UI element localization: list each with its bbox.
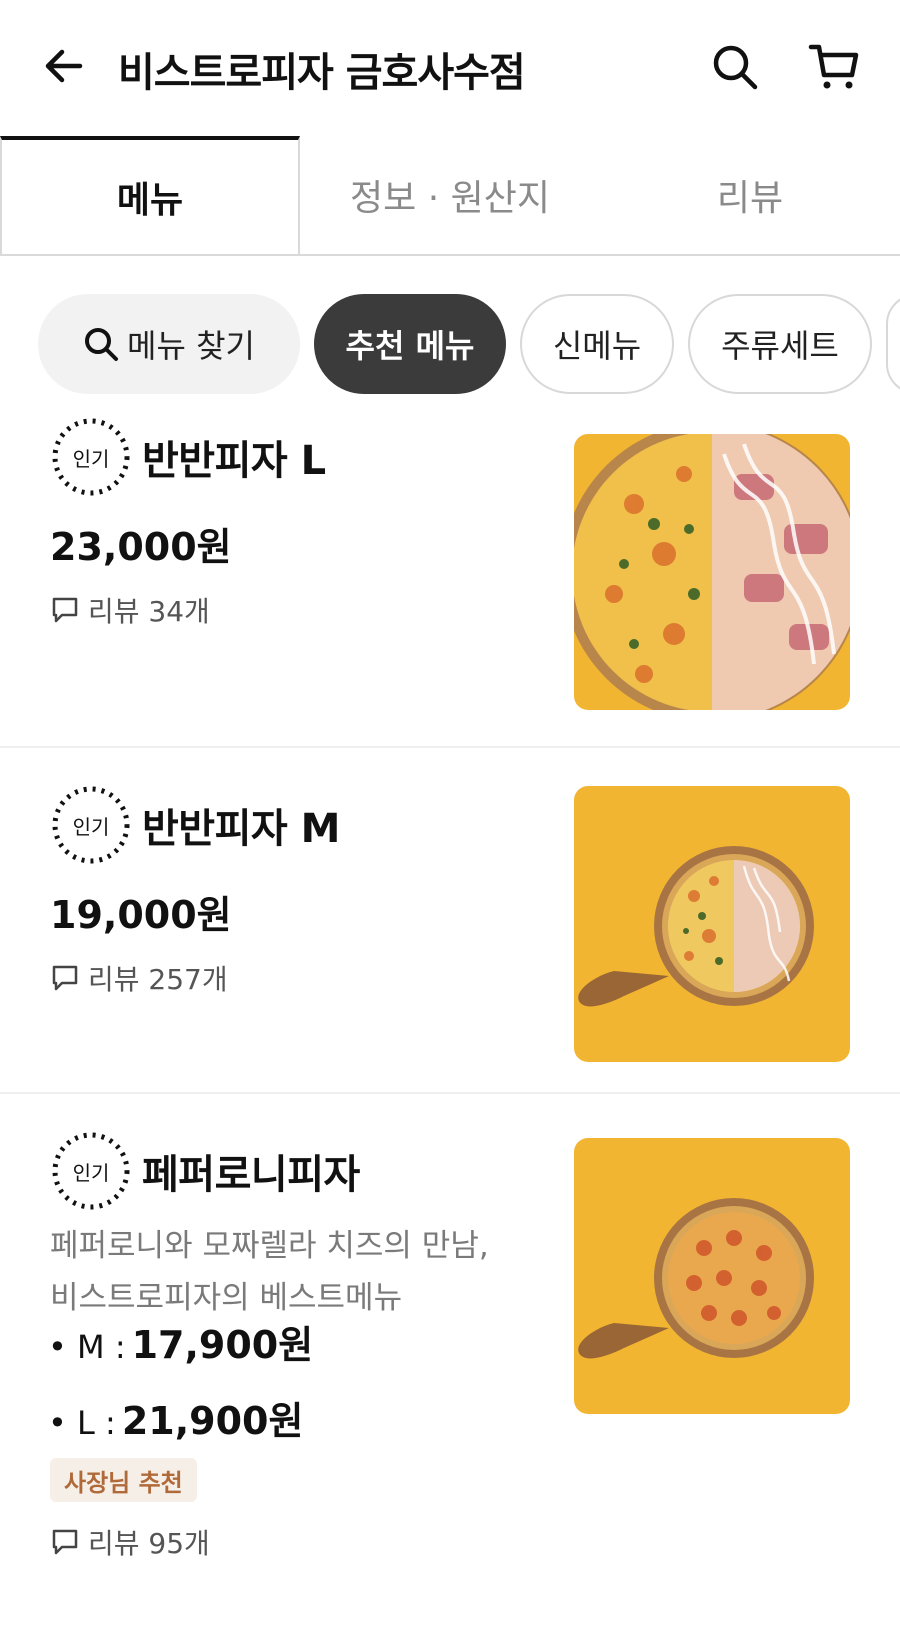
popular-badge-label: 인기 bbox=[72, 446, 110, 471]
pepperoni-pizza-image bbox=[574, 1138, 850, 1414]
review-count-label: 리뷰 95개 bbox=[88, 1527, 210, 1560]
store-title: 비스트로피자 금호사수점 bbox=[118, 50, 526, 96]
size-price-l: • L : 21,900원 bbox=[48, 1390, 303, 1445]
item-description: 페퍼로니와 모짜렐라 치즈의 만남, 비스트로피자의 베스트메뉴 bbox=[50, 1220, 520, 1324]
tab-bar: 메뉴 정보 · 원산지 리뷰 bbox=[0, 136, 900, 256]
popular-badge: 인기 bbox=[50, 784, 132, 866]
search-icon bbox=[85, 328, 119, 361]
menu-item[interactable]: 인기 반반피자 L 23,000원 리뷰 34개 bbox=[0, 406, 900, 748]
app-header: 비스트로피자 금호사수점 bbox=[0, 0, 900, 136]
cart-icon bbox=[808, 44, 859, 89]
size-label: • M : bbox=[48, 1328, 126, 1366]
back-arrow-icon bbox=[45, 49, 83, 83]
item-price: 19,000원 bbox=[50, 893, 232, 937]
review-count-label: 리뷰 34개 bbox=[88, 595, 210, 628]
speech-bubble-icon bbox=[52, 597, 78, 623]
size-price-m: • M : 17,900원 bbox=[48, 1314, 313, 1369]
menu-item[interactable]: 인기 페퍼로니피자 페퍼로니와 모짜렐라 치즈의 만남, 비스트로피자의 베스트… bbox=[0, 1094, 900, 1638]
popular-badge-label: 인기 bbox=[72, 1160, 110, 1185]
item-price: 23,000원 bbox=[50, 525, 232, 569]
search-button[interactable] bbox=[708, 40, 762, 94]
speech-bubble-icon bbox=[52, 965, 78, 991]
pizza-thumbnail bbox=[574, 1138, 850, 1414]
back-button[interactable] bbox=[38, 40, 90, 92]
tab-info-origin[interactable]: 정보 · 원산지 bbox=[300, 136, 600, 254]
review-count-label: 리뷰 257개 bbox=[88, 963, 228, 996]
menu-search-label: 메뉴 찾기 bbox=[127, 327, 255, 365]
chip-more-partial[interactable] bbox=[886, 294, 900, 394]
size-price-value: 17,900원 bbox=[131, 1323, 314, 1367]
chip-new-menu[interactable]: 신메뉴 bbox=[520, 294, 674, 394]
pizza-on-paddle-image bbox=[574, 786, 850, 1062]
item-name: 페퍼로니피자 bbox=[142, 1152, 360, 1198]
item-title-row: 인기 반반피자 M bbox=[50, 784, 340, 866]
owner-recommend-badge: 사장님 추천 bbox=[50, 1458, 197, 1502]
item-description-line: 페퍼로니와 모짜렐라 치즈의 만남, bbox=[50, 1228, 489, 1264]
search-icon bbox=[713, 45, 758, 90]
popular-badge-label: 인기 bbox=[72, 814, 110, 839]
chip-recommended[interactable]: 추천 메뉴 bbox=[314, 294, 506, 394]
speech-bubble-icon bbox=[52, 1529, 78, 1555]
chip-alcohol-set[interactable]: 주류세트 bbox=[688, 294, 872, 394]
pizza-thumbnail bbox=[574, 434, 850, 710]
review-count: 리뷰 34개 bbox=[50, 590, 210, 630]
item-title-row: 인기 반반피자 L bbox=[50, 416, 326, 498]
tab-menu[interactable]: 메뉴 bbox=[0, 136, 300, 254]
item-title-row: 인기 페퍼로니피자 bbox=[50, 1130, 360, 1212]
item-name: 반반피자 L bbox=[142, 438, 326, 484]
popular-badge: 인기 bbox=[50, 416, 132, 498]
menu-item[interactable]: 인기 반반피자 M 19,000원 리뷰 257개 bbox=[0, 748, 900, 1094]
size-label: • L : bbox=[48, 1404, 116, 1442]
menu-search-chip[interactable]: 메뉴 찾기 bbox=[38, 294, 300, 394]
item-name: 반반피자 M bbox=[142, 806, 340, 852]
review-count: 리뷰 95개 bbox=[50, 1522, 210, 1562]
category-chips: 메뉴 찾기 추천 메뉴 신메뉴 주류세트 bbox=[38, 294, 900, 394]
pizza-half-half-image bbox=[574, 434, 850, 710]
size-price-value: 21,900원 bbox=[121, 1399, 304, 1443]
review-count: 리뷰 257개 bbox=[50, 958, 228, 998]
pizza-thumbnail bbox=[574, 786, 850, 1062]
cart-button[interactable] bbox=[806, 40, 862, 94]
tab-reviews[interactable]: 리뷰 bbox=[600, 136, 900, 254]
popular-badge: 인기 bbox=[50, 1130, 132, 1212]
